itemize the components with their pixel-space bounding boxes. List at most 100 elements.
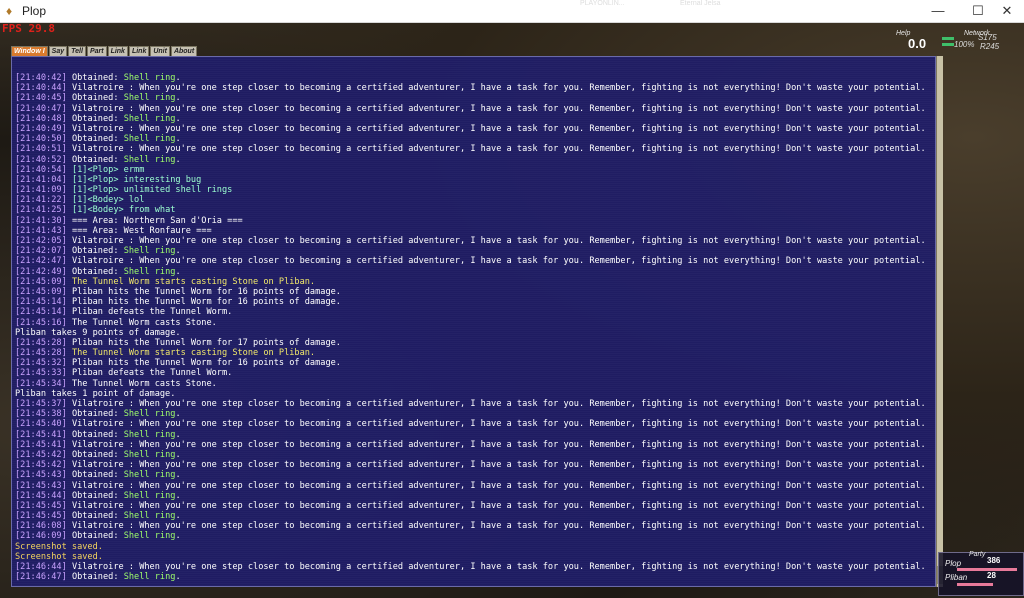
chat-line: [21:45:37] Vilatroire : When you're one … — [15, 399, 930, 409]
chat-line: [21:42:07] Obtained: Shell ring. — [15, 246, 930, 256]
chat-text: Obtained: — [71, 409, 124, 420]
chat-text: Obtained: — [71, 490, 124, 501]
party-member-hp: 386 — [987, 556, 1001, 565]
chat-line: [21:40:50] Obtained: Shell ring. — [15, 134, 930, 144]
chat-line: [21:45:42] Obtained: Shell ring. — [15, 450, 930, 460]
chat-text: Pliban hits the Tunnel Worm for 16 point… — [71, 358, 341, 369]
chat-text: Vilatroire : When you're one step closer… — [71, 399, 926, 409]
chat-timestamp: [21:45:16] — [15, 317, 67, 328]
chat-line: [21:45:41] Obtained: Shell ring. — [15, 430, 930, 440]
network-recv-bar — [942, 43, 954, 46]
party-panel: Party Plop 386 Pliban 28 — [938, 551, 1024, 596]
chat-timestamp: [21:45:33] — [15, 368, 67, 379]
chat-timestamp: [21:45:28] — [15, 337, 67, 348]
chat-line: [21:46:47] Obtained: Shell ring. — [15, 572, 930, 582]
chat-text: Vilatroire : When you're one step closer… — [71, 256, 926, 267]
chat-line: [21:45:09] Pliban hits the Tunnel Worm f… — [15, 287, 930, 297]
chat-text: . — [175, 113, 181, 124]
chat-timestamp: [21:41:30] — [15, 215, 67, 226]
chat-item-name: Shell ring — [123, 93, 176, 104]
chat-text: Screenshot saved. — [15, 541, 103, 552]
chat-line: [21:45:14] Pliban defeats the Tunnel Wor… — [15, 307, 930, 317]
minimize-button[interactable]: — — [918, 2, 958, 20]
chat-line: [21:45:38] Obtained: Shell ring. — [15, 409, 930, 419]
chat-item-name: Shell ring — [123, 429, 176, 440]
chat-text: The Tunnel Worm casts Stone. — [71, 317, 217, 328]
help-panel: Help 0.0 — [896, 30, 932, 51]
chat-timestamp: [21:40:45] — [15, 93, 67, 104]
chat-line: [21:46:08] Vilatroire : When you're one … — [15, 521, 930, 531]
chat-text: . — [175, 134, 181, 145]
party-member-hp-bar — [957, 583, 993, 586]
chat-text: Vilatroire : When you're one step closer… — [71, 144, 926, 155]
chat-line: [21:40:51] Vilatroire : When you're one … — [15, 144, 930, 154]
chat-timestamp: [21:45:41] — [15, 429, 67, 440]
chat-text: Screenshot saved. — [15, 551, 103, 562]
chat-log: [21:40:42] Obtained: Shell ring. [21:40:4… — [15, 73, 930, 582]
chat-line: [21:46:09] Obtained: Shell ring. — [15, 531, 930, 541]
chat-text: Pliban defeats the Tunnel Worm. — [71, 368, 233, 379]
chat-timestamp: [21:41:43] — [15, 225, 67, 236]
chat-item-name: Shell ring — [123, 154, 176, 165]
chat-timestamp: [21:41:22] — [15, 195, 67, 206]
chat-line: [21:45:16] The Tunnel Worm casts Stone. — [15, 318, 930, 328]
chat-text: Vilatroire : When you're one step closer… — [71, 439, 926, 450]
network-send-bar — [942, 37, 954, 40]
chat-item-name: Shell ring — [123, 470, 176, 481]
chat-timestamp: [21:46:44] — [15, 562, 67, 572]
chat-text: Obtained: — [71, 73, 124, 83]
chat-text: . — [175, 572, 181, 583]
chat-line: [21:40:52] Obtained: Shell ring. — [15, 155, 930, 165]
chat-line: [21:41:04] [1]<Plop> interesting bug — [15, 175, 930, 185]
chat-item-name: Shell ring — [123, 490, 176, 501]
chat-item-name: Shell ring — [123, 511, 176, 522]
chat-line: [21:40:54] [1]<Plop> ermm — [15, 165, 930, 175]
chat-text: . — [175, 409, 181, 420]
chat-line: [21:42:49] Obtained: Shell ring. — [15, 267, 930, 277]
chat-text: Obtained: — [71, 134, 124, 145]
chat-item-name: Shell ring — [123, 266, 176, 277]
chat-text: . — [175, 531, 181, 542]
chat-line: [21:45:44] Obtained: Shell ring. — [15, 491, 930, 501]
chat-line: [21:45:41] Vilatroire : When you're one … — [15, 440, 930, 450]
chat-timestamp: [21:46:09] — [15, 531, 67, 542]
chat-line: [21:45:09] The Tunnel Worm starts castin… — [15, 277, 930, 287]
window-titlebar[interactable]: ♦ Plop — ☐ ✕ — [0, 0, 1024, 23]
chat-timestamp: [21:45:41] — [15, 439, 67, 450]
chat-scrollbar[interactable] — [936, 56, 943, 587]
chat-line: [21:45:32] Pliban hits the Tunnel Worm f… — [15, 358, 930, 368]
chat-line: [21:41:25] [1]<Bodey> from what — [15, 205, 930, 215]
chat-line: [21:45:28] The Tunnel Worm starts castin… — [15, 348, 930, 358]
chat-timestamp: [21:45:42] — [15, 449, 67, 460]
chat-timestamp: [21:45:09] — [15, 286, 67, 297]
chat-log-window[interactable]: [21:40:42] Obtained: Shell ring. [21:40:4… — [11, 56, 936, 587]
chat-text: [1]<Bodey> lol — [71, 195, 145, 206]
chat-timestamp: [21:46:08] — [15, 521, 67, 532]
chat-line: [21:41:30] === Area: Northern San d'Oria… — [15, 216, 930, 226]
close-button[interactable]: ✕ — [990, 2, 1024, 20]
chat-text: Obtained: — [71, 449, 124, 460]
chat-line: [21:41:43] === Area: West Ronfaure === — [15, 226, 930, 236]
chat-line: Pliban takes 9 points of damage. — [15, 328, 930, 338]
chat-timestamp: [21:45:40] — [15, 419, 67, 430]
chat-text: [1]<Plop> unlimited shell rings — [71, 185, 233, 196]
chat-text: . — [175, 73, 181, 83]
chat-item-name: Shell ring — [123, 449, 176, 460]
chat-line: [21:40:47] Vilatroire : When you're one … — [15, 104, 930, 114]
network-panel: Network S175 100% R245 — [940, 30, 1020, 52]
chat-timestamp: [21:45:37] — [15, 399, 67, 409]
chat-line: [21:41:22] [1]<Bodey> lol — [15, 195, 930, 205]
network-send: S175 — [978, 33, 997, 42]
chat-item-name: Shell ring — [123, 409, 176, 420]
party-member-name: Plop — [945, 559, 962, 568]
chat-text: . — [175, 154, 181, 165]
chat-timestamp: [21:45:32] — [15, 358, 67, 369]
chat-line: [21:45:33] Pliban defeats the Tunnel Wor… — [15, 368, 930, 378]
app-icon: ♦ — [6, 4, 13, 18]
chat-text: Pliban hits the Tunnel Worm for 16 point… — [71, 286, 341, 297]
taskbar-hint: PLAYONLIN... — [580, 0, 625, 7]
chat-tab-strip: Window I Say Tell Part Link Link Unit About — [11, 46, 198, 57]
chat-text: Obtained: — [71, 572, 124, 583]
chat-line: [21:45:34] The Tunnel Worm casts Stone. — [15, 379, 930, 389]
chat-line: [21:45:45] Vilatroire : When you're one … — [15, 501, 930, 511]
